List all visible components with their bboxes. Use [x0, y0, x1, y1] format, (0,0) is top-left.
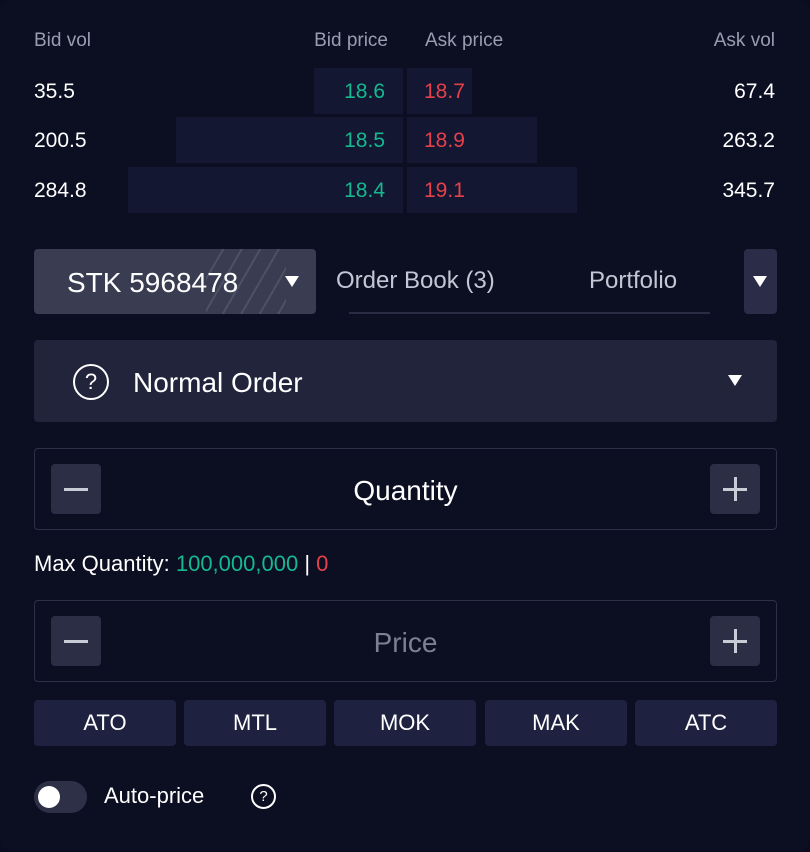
ask-price[interactable]: 19.1	[424, 179, 465, 203]
ask-price[interactable]: 18.9	[424, 129, 465, 153]
order-book-header: Bid vol Bid price Ask price Ask vol	[0, 30, 810, 52]
auto-price-toggle[interactable]	[34, 781, 87, 813]
price-increase-button[interactable]	[710, 616, 760, 666]
max-quantity-value-2: 0	[316, 551, 329, 576]
quantity-stepper[interactable]: Quantity	[34, 448, 777, 530]
max-quantity-separator: |	[304, 551, 311, 576]
order-book-row[interactable]: 200.5 18.5 18.9 263.2	[0, 117, 810, 163]
tabs-more-button[interactable]	[744, 249, 777, 314]
bid-price-header: Bid price	[314, 30, 388, 51]
tab-order-book[interactable]: Order Book (3)	[336, 267, 495, 295]
max-quantity-value: 100,000,000	[175, 551, 299, 576]
price-type-mak-button[interactable]: MAK	[485, 700, 627, 746]
price-type-mtl-button[interactable]: MTL	[184, 700, 326, 746]
quantity-input[interactable]: Quantity	[35, 475, 776, 507]
chevron-down-icon	[753, 276, 767, 287]
bid-price[interactable]: 18.5	[344, 129, 385, 153]
price-type-atc-button[interactable]: ATC	[635, 700, 777, 746]
chevron-down-icon	[728, 375, 742, 386]
quantity-increase-button[interactable]	[710, 464, 760, 514]
max-quantity-label: Max Quantity:	[34, 551, 170, 576]
plus-icon-vertical	[734, 477, 737, 501]
chevron-down-icon	[285, 276, 299, 287]
order-book-row[interactable]: 284.8 18.4 19.1 345.7	[0, 167, 810, 213]
price-stepper[interactable]: Price	[34, 600, 777, 682]
help-icon[interactable]: ?	[251, 784, 276, 809]
order-book-row[interactable]: 35.5 18.6 18.7 67.4	[0, 68, 810, 114]
max-quantity: Max Quantity: 100,000,000 | 0	[34, 551, 328, 577]
ask-vol: 263.2	[722, 129, 775, 152]
toggle-knob	[38, 786, 60, 808]
plus-icon-vertical	[734, 629, 737, 653]
symbol-label: STK 5968478	[67, 267, 239, 298]
price-type-ato-button[interactable]: ATO	[34, 700, 176, 746]
order-panel: Bid vol Bid price Ask price Ask vol 35.5…	[0, 0, 810, 852]
ask-vol-header: Ask vol	[713, 30, 775, 51]
bid-vol: 200.5	[34, 129, 87, 152]
bid-vol-header: Bid vol	[34, 30, 92, 51]
ask-price-header: Ask price	[425, 30, 504, 51]
order-type-select[interactable]: ? Normal Order	[34, 340, 777, 422]
bid-price[interactable]: 18.6	[344, 80, 385, 104]
price-type-mok-button[interactable]: MOK	[334, 700, 476, 746]
symbol-select[interactable]: STK 5968478	[34, 249, 316, 314]
bid-vol: 35.5	[34, 80, 75, 103]
ask-vol: 345.7	[722, 179, 775, 202]
bid-price[interactable]: 18.4	[344, 179, 385, 203]
help-icon[interactable]: ?	[73, 364, 109, 400]
price-input[interactable]: Price	[35, 627, 776, 659]
tab-portfolio[interactable]: Portfolio	[589, 267, 677, 295]
bid-vol: 284.8	[34, 179, 87, 202]
ask-vol: 67.4	[734, 80, 775, 103]
tab-underline	[349, 312, 710, 314]
auto-price-label: Auto-price	[104, 783, 205, 808]
order-type-label: Normal Order	[133, 367, 303, 398]
ask-price[interactable]: 18.7	[424, 80, 465, 104]
